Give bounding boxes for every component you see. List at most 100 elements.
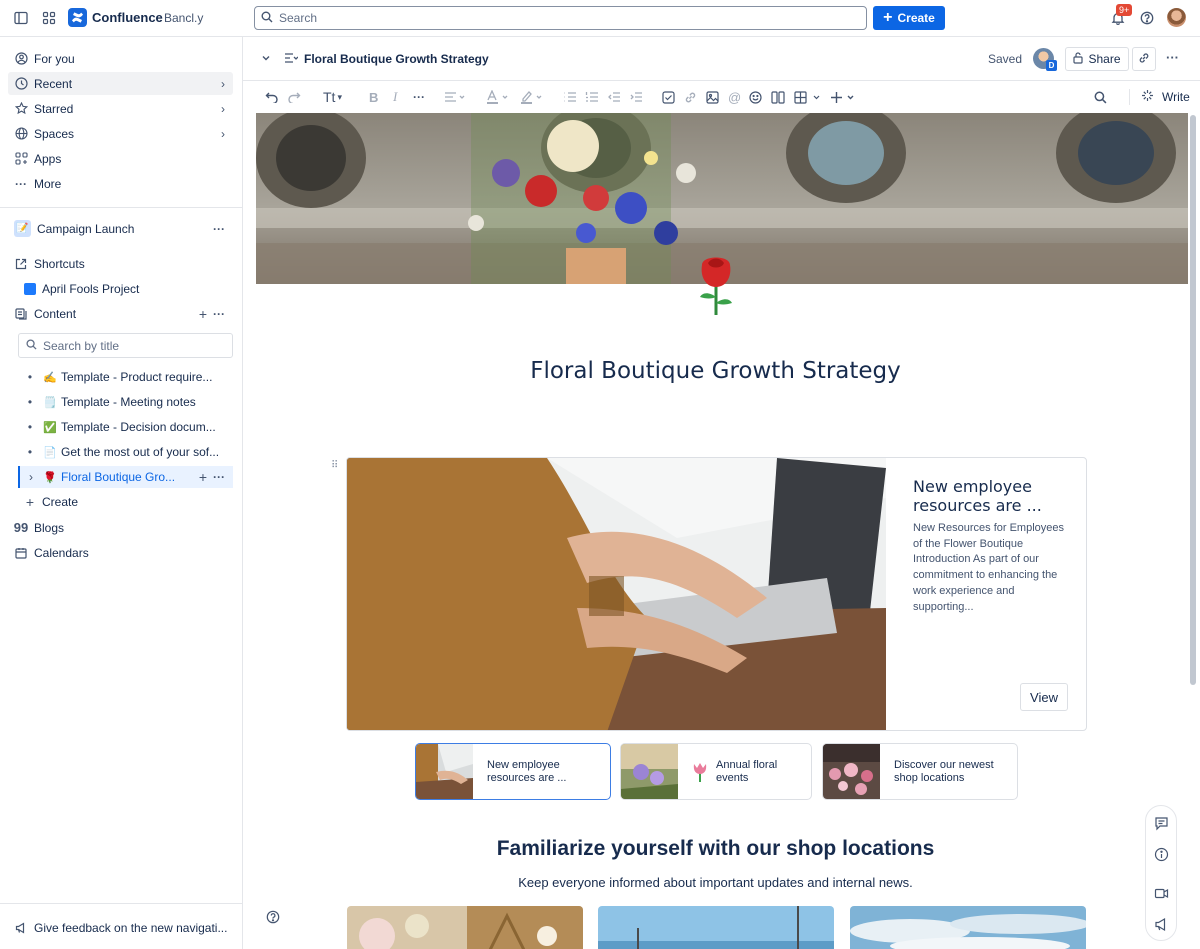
search-by-title-input[interactable]: Search by title	[18, 333, 233, 358]
insert-dropdown-icon[interactable]	[830, 89, 858, 105]
app-switcher-icon[interactable]	[39, 8, 59, 28]
more-actions-icon[interactable]: ···	[213, 307, 225, 321]
search-by-title-placeholder: Search by title	[43, 338, 120, 353]
align-dropdown-icon[interactable]	[444, 89, 466, 105]
text-color-icon[interactable]	[486, 89, 510, 105]
rose-emoji-icon[interactable]	[694, 253, 738, 317]
chevron-down-icon[interactable]	[261, 52, 271, 66]
apps-icon	[14, 152, 28, 166]
global-search-input[interactable]: Search	[254, 6, 867, 30]
create-button[interactable]: + Create	[873, 6, 945, 30]
add-child-icon[interactable]: +	[199, 469, 207, 485]
page-tree-item-current[interactable]: › 🌹 Floral Boutique Gro... + ···	[18, 466, 233, 488]
action-item-icon[interactable]	[662, 89, 675, 105]
sidebar-toggle-icon[interactable]	[11, 8, 31, 28]
image-icon[interactable]	[706, 89, 719, 105]
text-style-dropdown[interactable]: Tt ▾	[323, 89, 342, 105]
sidebar-item-apps[interactable]: Apps	[8, 147, 233, 170]
ai-write-button[interactable]: Write	[1141, 89, 1190, 105]
page-title[interactable]: Floral Boutique Growth Strategy	[243, 358, 1188, 384]
page-emoji: 🌹	[43, 471, 57, 484]
italic-icon[interactable]: I	[393, 89, 397, 105]
clock-icon	[14, 77, 28, 91]
write-label: Write	[1162, 90, 1190, 104]
create-page-item[interactable]: + Create	[18, 491, 233, 513]
bullet-list-icon[interactable]	[563, 89, 577, 105]
notifications-badge: 9+	[1116, 4, 1133, 16]
breadcrumb-page-title[interactable]: Floral Boutique Growth Strategy	[304, 52, 489, 66]
sidebar-item-for-you[interactable]: For you	[8, 47, 233, 70]
sidebar-item-calendars[interactable]: Calendars	[8, 541, 233, 564]
sidebar-item-starred[interactable]: Starred ›	[8, 97, 233, 120]
link-icon	[1138, 52, 1150, 67]
more-actions-icon[interactable]: ···	[213, 470, 225, 484]
help-icon[interactable]	[266, 910, 280, 927]
indent-icon[interactable]	[629, 89, 643, 105]
confluence-logo-icon	[68, 8, 87, 27]
site-name[interactable]: Bancl.y	[164, 11, 203, 25]
shop-location-photo[interactable]	[598, 906, 834, 949]
page-menu-icon[interactable]	[284, 52, 299, 67]
help-icon[interactable]	[1140, 11, 1154, 28]
confluence-logo[interactable]: Confluence	[68, 8, 163, 27]
chevron-right-icon[interactable]: ›	[20, 470, 42, 484]
shop-location-photo[interactable]	[850, 906, 1086, 949]
drag-handle-icon[interactable]: ⠿	[331, 460, 338, 471]
table-dropdown-icon[interactable]	[794, 89, 822, 105]
highlight-icon[interactable]	[520, 89, 544, 105]
carousel-thumbnail-card[interactable]: Annual floral events	[620, 743, 812, 800]
feedback-megaphone-icon[interactable]	[1154, 917, 1170, 933]
carousel-thumbnail-card[interactable]: Discover our newest shop locations	[822, 743, 1018, 800]
carousel-thumbnail-card[interactable]: New employee resources are ...	[415, 743, 611, 800]
page-scrollbar[interactable]	[1190, 115, 1196, 685]
add-content-icon[interactable]: +	[199, 306, 207, 322]
page-content: Floral Boutique Growth Strategy ⠿ New em…	[243, 113, 1200, 949]
link-icon[interactable]	[684, 89, 697, 105]
outdent-icon[interactable]	[607, 89, 621, 105]
page-tree-item[interactable]: • 📄 Get the most out of your sof...	[18, 441, 233, 463]
sparkle-icon	[1141, 89, 1154, 105]
share-button[interactable]: Share	[1065, 47, 1129, 71]
video-icon[interactable]	[1154, 886, 1170, 902]
copy-link-button[interactable]	[1132, 47, 1156, 71]
sidebar-item-recent[interactable]: Recent ›	[8, 72, 233, 95]
thumbnail-image	[416, 744, 473, 799]
comments-icon[interactable]	[1154, 816, 1170, 832]
emoji-icon[interactable]	[749, 89, 762, 105]
space-header[interactable]: 📝 Campaign Launch ···	[8, 217, 233, 240]
text-style-label: Tt	[323, 89, 336, 105]
numbered-list-icon[interactable]	[585, 89, 599, 105]
shortcut-item-april-fools[interactable]: April Fools Project	[18, 277, 233, 300]
page-tree-item[interactable]: • ✍️ Template - Product require...	[18, 366, 233, 388]
sidebar-divider	[0, 207, 242, 208]
view-button[interactable]: View	[1020, 683, 1068, 711]
thumbnail-label: Discover our newest shop locations	[894, 759, 994, 784]
undo-icon[interactable]	[265, 89, 279, 105]
sidebar-item-shortcuts[interactable]: Shortcuts	[8, 252, 233, 275]
featured-carousel-card[interactable]: New employee resources are ... New Resou…	[346, 457, 1087, 731]
sidebar-item-blogs[interactable]: 99 Blogs	[8, 516, 233, 539]
feedback-label: Give feedback on the new navigati...	[34, 920, 228, 935]
page-tree-item[interactable]: • 🗒️ Template - Meeting notes	[18, 391, 233, 413]
sidebar-item-spaces[interactable]: Spaces ›	[8, 122, 233, 145]
sidebar-item-content[interactable]: Content + ···	[8, 302, 233, 325]
redo-icon[interactable]	[287, 89, 301, 105]
mention-icon[interactable]: @	[728, 89, 741, 105]
sidebar-item-more[interactable]: ··· More	[8, 172, 233, 195]
app-name: Confluence	[92, 10, 163, 25]
sidebar-item-label: Starred	[34, 101, 74, 116]
more-actions-icon[interactable]: ···	[213, 222, 225, 236]
layouts-icon[interactable]	[771, 89, 785, 105]
more-formatting-icon[interactable]: ···	[413, 89, 425, 105]
bold-icon[interactable]: B	[369, 89, 378, 105]
profile-avatar[interactable]	[1167, 8, 1186, 27]
find-replace-icon[interactable]	[1094, 89, 1107, 105]
feedback-button[interactable]: Give feedback on the new navigati...	[8, 916, 233, 939]
more-options-icon[interactable]: ···	[1166, 50, 1179, 65]
page-emoji: ✍️	[43, 371, 57, 384]
page-tree-item[interactable]: • ✅ Template - Decision docum...	[18, 416, 233, 438]
shop-location-photo[interactable]	[347, 906, 583, 949]
info-icon[interactable]	[1154, 847, 1170, 863]
sidebar-item-label: For you	[34, 51, 75, 66]
sidebar: For you Recent › Starred › Spaces › Apps…	[0, 37, 243, 949]
